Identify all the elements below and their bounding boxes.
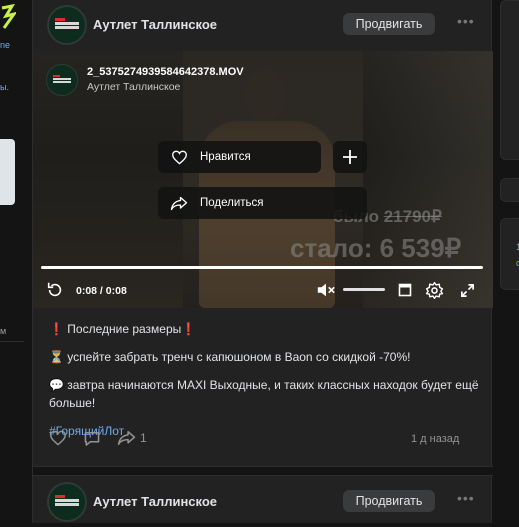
post-text-line: ❗ Последние размеры❗: [49, 322, 197, 336]
next-post-header: Аутлет Таллинское Продвигать •••: [33, 477, 493, 527]
post-actions: 1 1 д назад: [49, 430, 479, 450]
outlet-logo-icon: [55, 495, 79, 509]
video-author[interactable]: Аутлет Таллинское: [87, 81, 180, 93]
video-frame-light: [363, 51, 493, 308]
more-options-icon[interactable]: •••: [457, 14, 474, 31]
video-filename: 2_5375274939584642378.MOV: [87, 66, 244, 78]
like-label: Нравится: [200, 151, 251, 163]
app-logo-icon: [1, 4, 16, 29]
video-progress-bar[interactable]: [41, 266, 483, 269]
volume-slider[interactable]: [343, 288, 385, 291]
author-avatar[interactable]: [47, 5, 87, 45]
like-action-icon[interactable]: [49, 430, 67, 446]
outlet-logo-icon: [55, 18, 79, 32]
shares-count: 1: [140, 431, 147, 445]
new-price-overlay: стало: 6 539₽: [290, 233, 462, 263]
sidebar-divider: [0, 341, 24, 342]
right-card: [500, 0, 519, 160]
more-options-icon[interactable]: •••: [457, 491, 474, 508]
heart-icon: [170, 148, 188, 166]
sidebar-fragment: м: [0, 326, 7, 336]
share-label: Поделиться: [200, 197, 264, 209]
share-action-icon: [117, 430, 136, 446]
post-separator: [33, 466, 493, 476]
video-time: 0:08 / 0:08: [76, 285, 127, 297]
old-price-value: 21790₽: [383, 207, 442, 226]
feed-column: Аутлет Таллинское Продвигать ••• было 21…: [32, 0, 493, 523]
author-avatar[interactable]: [47, 482, 87, 522]
video-player[interactable]: было 21790₽ стало: 6 539₽ 2_537527493958…: [33, 51, 493, 308]
post-date[interactable]: 1 д назад: [411, 433, 459, 445]
miniplayer-icon[interactable]: [395, 280, 415, 300]
plus-icon: [343, 150, 357, 164]
video-frame-person: [245, 69, 285, 121]
share-action-button[interactable]: 1: [117, 430, 147, 446]
settings-gear-icon[interactable]: [422, 280, 446, 300]
fullscreen-icon[interactable]: [457, 280, 477, 300]
sidebar-fragment[interactable]: ы.: [0, 82, 9, 92]
right-card: [500, 218, 519, 290]
add-button[interactable]: [333, 141, 367, 173]
left-sidebar: ne ы. м: [0, 0, 32, 523]
sidebar-fragment[interactable]: ne: [0, 40, 10, 50]
share-button[interactable]: Поделиться: [158, 187, 367, 219]
promote-button[interactable]: Продвигать: [343, 490, 435, 512]
post-author-name[interactable]: Аутлет Таллинское: [93, 494, 217, 509]
right-sidebar: 1 с: [493, 0, 519, 523]
post-header: Аутлет Таллинское Продвигать •••: [33, 0, 493, 50]
post-author-name[interactable]: Аутлет Таллинское: [93, 17, 217, 32]
mute-icon[interactable]: [315, 280, 337, 300]
post-text-line: 💬 завтра начинаются MAXI Выходные, и так…: [49, 378, 479, 410]
promote-button[interactable]: Продвигать: [343, 13, 435, 35]
video-author-avatar[interactable]: [46, 64, 78, 96]
outlet-logo-icon: [53, 75, 71, 85]
post-text-line: ⏳ успейте забрать тренч с капюшоном в Ba…: [49, 350, 411, 364]
like-button[interactable]: Нравится: [158, 141, 321, 173]
share-icon: [170, 194, 188, 212]
replay-icon[interactable]: [45, 280, 65, 300]
sidebar-thumbnail[interactable]: [0, 139, 15, 205]
right-card: [500, 178, 519, 202]
comment-action-icon[interactable]: [83, 430, 101, 447]
